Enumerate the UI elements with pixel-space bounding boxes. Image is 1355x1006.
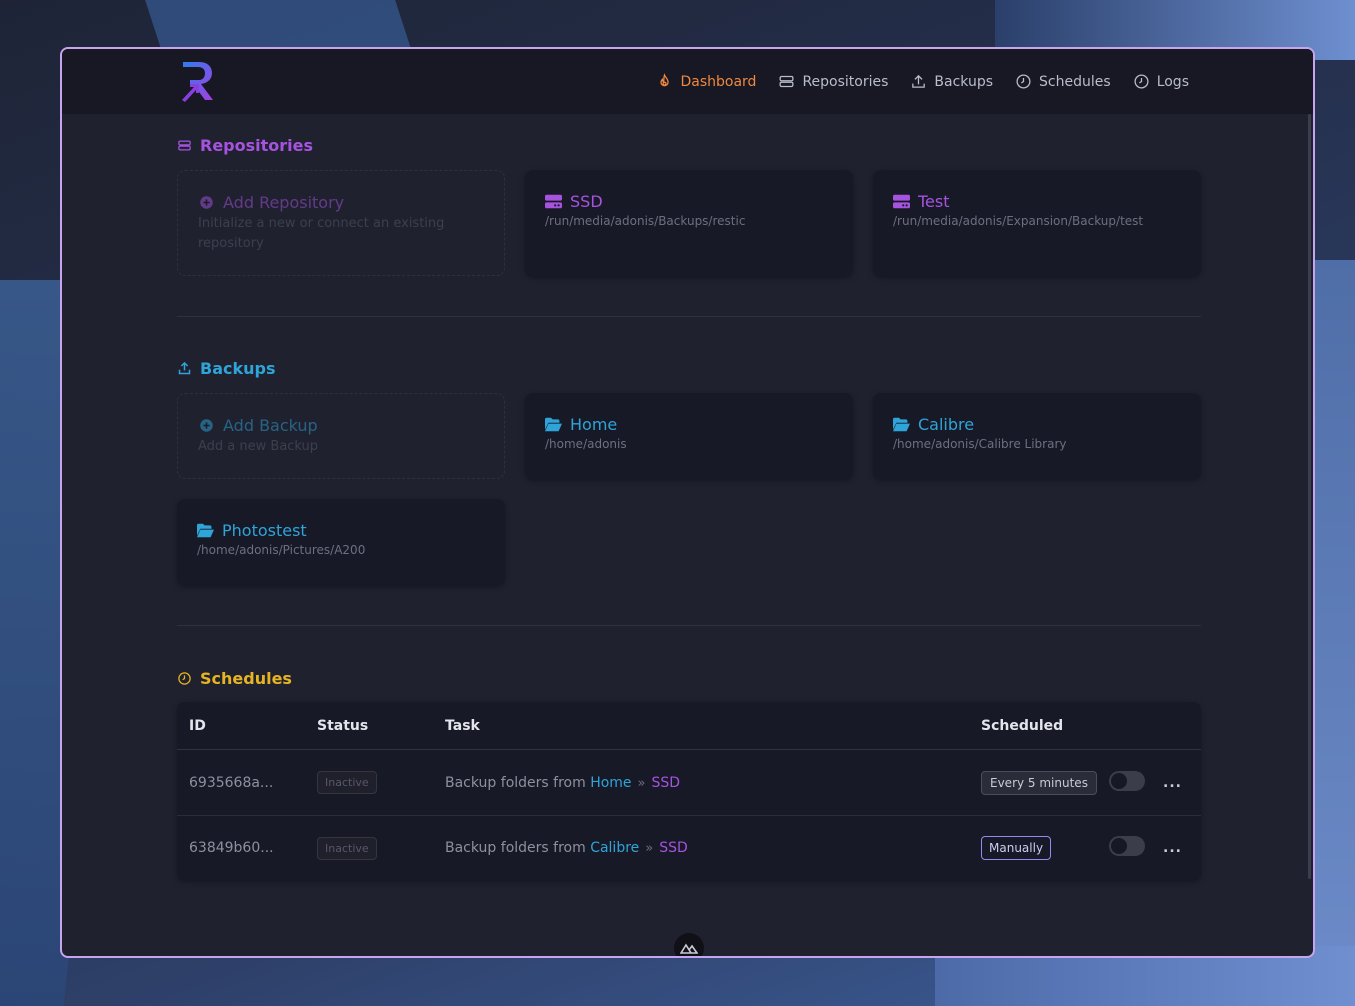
- database-icon: [178, 140, 191, 151]
- schedule-id: 6935668a...: [189, 774, 274, 791]
- clock-icon: [1134, 74, 1149, 89]
- repository-path: /run/media/adonis/Backups/restic: [545, 214, 746, 228]
- clock-icon: [1016, 74, 1031, 89]
- schedule-badge: Manually: [981, 836, 1052, 860]
- backups-section-title[interactable]: Backups: [177, 359, 1201, 378]
- nav-schedules-label: Schedules: [1039, 73, 1111, 90]
- app-window: Dashboard Repositories Backups Schedules…: [60, 47, 1315, 958]
- schedule-enable-toggle[interactable]: [1109, 836, 1145, 856]
- backup-card[interactable]: Home /home/adonis: [525, 393, 853, 479]
- repository-name: Test: [918, 192, 950, 211]
- task-prefix: Backup folders from: [445, 840, 586, 856]
- backups-grid: Add Backup Add a new Backup Home /home/a…: [177, 393, 1201, 585]
- double-chevron-right-icon: »: [637, 775, 646, 791]
- task-prefix: Backup folders from: [445, 774, 586, 791]
- backup-path: /home/adonis/Pictures/A200: [197, 543, 366, 557]
- status-badge: Inactive: [317, 836, 377, 860]
- nav-logs-label: Logs: [1156, 73, 1189, 90]
- schedule-id: 63849b60...: [189, 840, 274, 856]
- backups-title-label: Backups: [200, 359, 276, 378]
- column-header-id: ID: [189, 717, 206, 734]
- devtools-button[interactable]: [674, 933, 704, 956]
- repository-path: /run/media/adonis/Expansion/Backup/test: [893, 214, 1144, 228]
- add-backup-card[interactable]: Add Backup Add a new Backup: [177, 393, 505, 479]
- row-menu-button[interactable]: ...: [1163, 840, 1182, 856]
- backup-path: /home/adonis/Calibre Library: [893, 437, 1067, 451]
- schedule-enable-toggle[interactable]: [1109, 770, 1145, 791]
- upload-icon: [912, 74, 926, 88]
- table-row: 63849b60... Inactive Backup folders from…: [177, 815, 1201, 880]
- status-badge: Inactive: [317, 771, 377, 794]
- add-repository-title: Add Repository: [223, 193, 345, 212]
- backup-name: Calibre: [918, 415, 975, 434]
- nav-dashboard-label: Dashboard: [680, 73, 757, 90]
- repository-name: SSD: [570, 192, 603, 211]
- plus-circle-icon: [200, 196, 213, 209]
- nav-repositories[interactable]: Repositories: [778, 73, 888, 90]
- flame-icon: [660, 73, 670, 87]
- folder-open-icon: [893, 417, 910, 432]
- task-target-link[interactable]: SSD: [652, 775, 681, 791]
- schedules-title-label: Schedules: [200, 669, 292, 688]
- add-repository-subtitle: Initialize a new or connect an existing …: [198, 216, 445, 251]
- column-header-scheduled: Scheduled: [981, 717, 1064, 734]
- nav-backups[interactable]: Backups: [910, 73, 993, 90]
- repositories-grid: Add Repository Initialize a new or conne…: [177, 170, 1201, 276]
- app-logo[interactable]: [179, 60, 215, 102]
- folder-open-icon: [197, 523, 214, 538]
- repository-card[interactable]: Test /run/media/adonis/Expansion/Backup/…: [873, 170, 1201, 276]
- nav-schedules[interactable]: Schedules: [1015, 73, 1111, 90]
- task-source-link[interactable]: Home: [590, 775, 631, 791]
- hard-drive-icon: [545, 194, 562, 209]
- database-icon: [779, 75, 794, 88]
- task-target-link[interactable]: SSD: [659, 840, 688, 856]
- plus-circle-icon: [200, 419, 213, 432]
- upload-icon: [178, 361, 191, 375]
- add-repository-card[interactable]: Add Repository Initialize a new or conne…: [177, 170, 505, 276]
- top-navbar: Dashboard Repositories Backups Schedules…: [62, 49, 1313, 114]
- column-header-task: Task: [445, 717, 480, 734]
- backup-name: Photostest: [222, 521, 307, 540]
- backup-name: Home: [570, 415, 618, 434]
- row-menu-button[interactable]: ...: [1163, 775, 1182, 791]
- repositories-title-label: Repositories: [200, 136, 314, 155]
- folder-open-icon: [545, 417, 562, 432]
- table-row: 6935668a... Inactive Backup folders from…: [177, 750, 1201, 815]
- repositories-section-title[interactable]: Repositories: [177, 136, 1201, 155]
- nuxt-logo-icon: [680, 943, 698, 954]
- backup-card[interactable]: Photostest /home/adonis/Pictures/A200: [177, 499, 505, 585]
- nav-backups-label: Backups: [934, 73, 994, 90]
- schedules-section-title[interactable]: Schedules: [177, 669, 1201, 688]
- add-backup-subtitle: Add a new Backup: [198, 439, 319, 454]
- table-header-row: ID Status Task Scheduled: [177, 702, 1201, 750]
- section-divider: [177, 316, 1201, 317]
- repository-card[interactable]: SSD /run/media/adonis/Backups/restic: [525, 170, 853, 276]
- schedule-task: Backup folders from Home » SSD: [445, 775, 680, 791]
- clock-icon: [178, 672, 191, 685]
- double-chevron-right-icon: »: [645, 841, 654, 856]
- schedules-table: ID Status Task Scheduled 6935668a... Ina…: [177, 702, 1201, 880]
- backup-card[interactable]: Calibre /home/adonis/Calibre Library: [873, 393, 1201, 479]
- add-backup-title: Add Backup: [223, 416, 318, 435]
- nav-repositories-label: Repositories: [802, 73, 889, 90]
- schedule-badge: Every 5 minutes: [981, 770, 1097, 795]
- schedule-task: Backup folders from Calibre » SSD: [445, 840, 688, 856]
- hard-drive-icon: [893, 194, 910, 209]
- task-source-link[interactable]: Calibre: [590, 840, 639, 856]
- backup-path: /home/adonis: [545, 437, 627, 451]
- scrollbar[interactable]: [1308, 114, 1311, 879]
- nav-links: Dashboard Repositories Backups Schedules…: [656, 49, 1189, 114]
- nav-dashboard[interactable]: Dashboard: [656, 73, 756, 90]
- section-divider: [177, 625, 1201, 626]
- dashboard-content: Repositories Add Repository Initialize a…: [177, 114, 1201, 880]
- nav-logs[interactable]: Logs: [1133, 73, 1189, 90]
- column-header-status: Status: [317, 717, 369, 734]
